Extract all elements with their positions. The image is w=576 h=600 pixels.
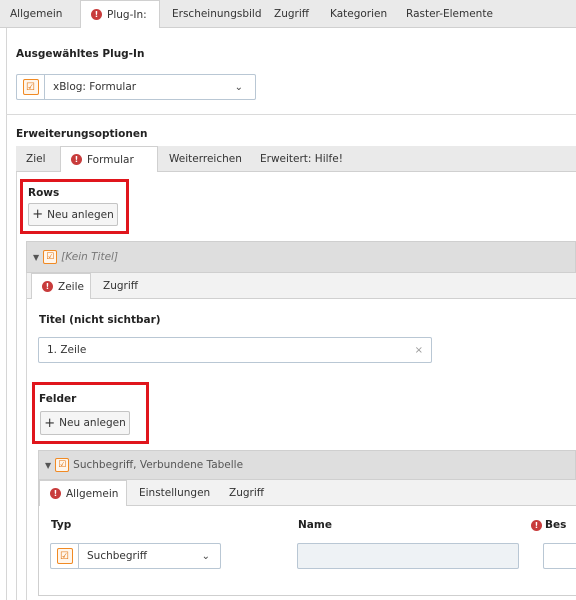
type-select[interactable]: ☑ Suchbegriff ⌄ [50, 543, 221, 569]
extension-tabbar: Ziel ! Formular Weiterreichen Erweitert:… [16, 146, 576, 172]
row-record-title: [Kein Titel] [61, 251, 119, 263]
tab-zugriff[interactable]: Zugriff [264, 0, 319, 27]
type-select-value: Suchbegriff [87, 550, 148, 562]
tab-label: Ziel [26, 152, 46, 165]
caret-down-icon[interactable]: ▼ [33, 253, 39, 262]
fields-new-button[interactable]: + Neu anlegen [40, 411, 130, 435]
tab-label: Erweitert: Hilfe! [260, 152, 343, 165]
rows-heading: Rows [28, 187, 60, 199]
tab-label: Formular [87, 153, 134, 166]
tab-label: Weiterreichen [169, 152, 242, 165]
error-icon: ! [91, 9, 102, 20]
error-icon: ! [50, 488, 61, 499]
tab-zugriff[interactable]: Zugriff [93, 273, 148, 298]
tab-label: Allgemein [66, 487, 119, 500]
field-record-title: Suchbegriff, Verbundene Tabelle [73, 459, 244, 471]
button-label: Neu anlegen [59, 417, 126, 429]
extension-border-left [16, 172, 17, 600]
tab-label: Zugriff [103, 279, 138, 292]
chevron-down-icon: ⌄ [234, 81, 243, 93]
tab-label: Zugriff [274, 7, 309, 20]
tab-erweitert-hilfe[interactable]: Erweitert: Hilfe! [250, 146, 353, 171]
tab-allgemein[interactable]: ! Allgemein [39, 480, 127, 506]
field-record-tabbar: ! Allgemein Einstellungen Zugriff [39, 480, 576, 506]
field-record-header[interactable]: ▼ ☑ Suchbegriff, Verbundene Tabelle [38, 450, 576, 480]
row-record-header[interactable]: ▼ ☑ [Kein Titel] [26, 241, 576, 273]
selected-plugin-heading: Ausgewähltes Plug-In [16, 48, 145, 60]
rows-new-button[interactable]: + Neu anlegen [28, 203, 118, 226]
extension-options-heading: Erweiterungsoptionen [16, 128, 148, 140]
error-icon: ! [42, 281, 53, 292]
tab-label: Kategorien [330, 7, 388, 20]
error-icon: ! [71, 154, 82, 165]
tab-formular[interactable]: ! Formular [60, 146, 158, 172]
tab-label: Zugriff [229, 486, 264, 499]
tab-label: Erscheinungsbild [172, 7, 262, 20]
tab-weiterreichen[interactable]: Weiterreichen [159, 146, 252, 171]
plus-icon: + [44, 415, 56, 431]
tab-kategorien[interactable]: Kategorien [320, 0, 397, 27]
tab-zugriff[interactable]: Zugriff [219, 480, 274, 505]
fields-heading: Felder [39, 393, 77, 405]
extension-icon: ☑ [55, 458, 70, 472]
extension-icon: ☑ [43, 250, 58, 264]
tab-erscheinungsbild[interactable]: Erscheinungsbild [162, 0, 272, 27]
tab-allgemein[interactable]: Allgemein [0, 0, 72, 27]
tab-label: Einstellungen [139, 486, 211, 499]
clear-icon[interactable]: × [415, 345, 423, 356]
name-label: Name [298, 519, 332, 531]
tab-label: Zeile [58, 280, 84, 293]
title-field-label: Titel (nicht sichtbar) [39, 314, 161, 326]
plugin-select-value: xBlog: Formular [53, 81, 137, 93]
row-record-tabbar: ! Zeile Zugriff [27, 273, 576, 299]
title-input-value: 1. Zeile [47, 344, 87, 356]
chevron-down-icon: ⌄ [201, 550, 210, 562]
tab-plugin[interactable]: ! Plug-In: [80, 0, 160, 28]
description-input[interactable] [543, 543, 576, 569]
tab-label: Raster-Elemente [406, 7, 493, 20]
tab-zeile[interactable]: ! Zeile [31, 273, 91, 299]
tab-ziel[interactable]: Ziel [16, 146, 56, 171]
top-tabbar: Allgemein ! Plug-In: Erscheinungsbild Zu… [0, 0, 576, 28]
plus-icon: + [32, 207, 44, 222]
error-icon: ! [531, 519, 542, 531]
tab-einstellungen[interactable]: Einstellungen [129, 480, 220, 505]
tab-label: Plug-In: [107, 8, 147, 21]
extension-icon: ☑ [22, 79, 39, 95]
section-divider [6, 114, 576, 115]
extension-icon: ☑ [56, 548, 73, 564]
title-input[interactable]: 1. Zeile × [38, 337, 432, 363]
plugin-select[interactable]: ☑ xBlog: Formular ⌄ [16, 74, 256, 100]
button-label: Neu anlegen [47, 208, 114, 221]
caret-down-icon[interactable]: ▼ [45, 461, 51, 470]
description-label: ! Bes [531, 519, 566, 531]
description-label-text: Bes [545, 519, 567, 531]
name-input[interactable] [297, 543, 519, 569]
tab-label: Allgemein [10, 7, 63, 20]
type-label: Typ [51, 519, 72, 531]
tab-raster-elemente[interactable]: Raster-Elemente [396, 0, 503, 27]
